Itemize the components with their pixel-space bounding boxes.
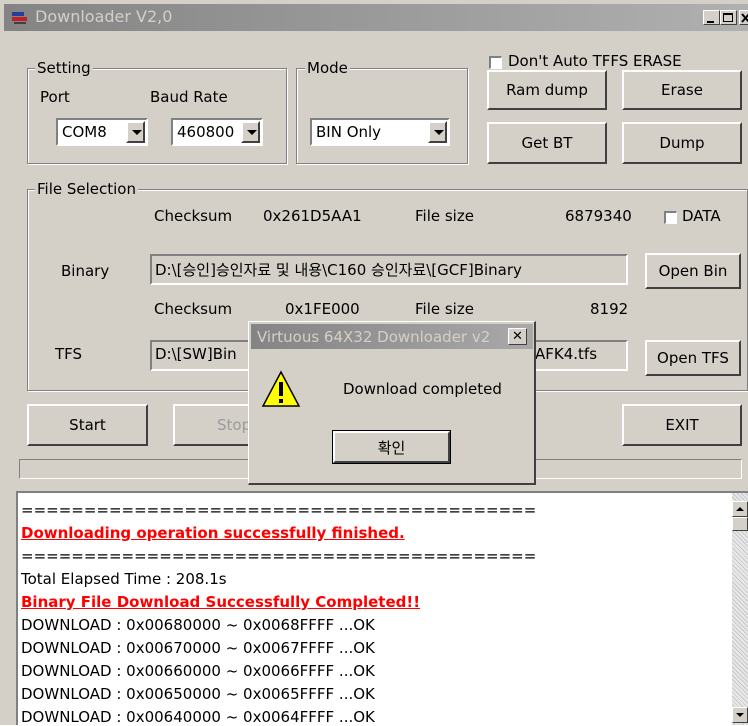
log-line: DOWNLOAD : 0x00660000 ~ 0x0066FFFF ...OK bbox=[21, 662, 375, 680]
scroll-thumb[interactable] bbox=[732, 517, 748, 531]
binary-file-size-label: File size bbox=[415, 207, 474, 225]
download-complete-dialog: Virtuous 64X32 Downloader v2 ✕ Download … bbox=[248, 321, 536, 485]
warning-icon bbox=[261, 370, 301, 407]
start-button[interactable]: Start bbox=[27, 404, 148, 446]
app-icon bbox=[12, 12, 27, 24]
binary-path-field[interactable]: D:\[승인]승인자료 및 내용\C160 승인자료\[GCF]Binary bbox=[150, 254, 628, 285]
erase-button[interactable]: Erase bbox=[622, 70, 742, 110]
binary-file-size-value: 6879340 bbox=[565, 207, 632, 225]
mode-select-value: BIN Only bbox=[316, 123, 382, 141]
port-label: Port bbox=[40, 88, 70, 106]
close-button[interactable] bbox=[739, 10, 748, 25]
get-bt-button[interactable]: Get BT bbox=[487, 122, 607, 164]
tfs-label: TFS bbox=[55, 345, 83, 363]
baud-rate-label: Baud Rate bbox=[150, 88, 228, 106]
exit-button[interactable]: EXIT bbox=[622, 404, 742, 446]
data-checkbox-label: DATA bbox=[682, 207, 721, 225]
chevron-down-icon[interactable] bbox=[241, 121, 260, 143]
log-output[interactable]: ========================================… bbox=[16, 491, 748, 726]
tfs-path-end: AFK4.tfs bbox=[535, 345, 598, 363]
setting-group bbox=[27, 68, 287, 164]
log-line: ========================================… bbox=[21, 547, 537, 565]
dialog-title: Virtuous 64X32 Downloader v2 bbox=[257, 328, 491, 346]
dialog-title-bar: Virtuous 64X32 Downloader v2 ✕ bbox=[251, 324, 533, 349]
tfs-checksum-label: Checksum bbox=[154, 300, 233, 318]
dont-auto-tffs-erase-checkbox[interactable] bbox=[489, 56, 502, 69]
minimize-icon bbox=[707, 21, 714, 23]
window-title: Downloader V2,0 bbox=[35, 7, 173, 26]
binary-label: Binary bbox=[61, 262, 110, 280]
scroll-up-button[interactable] bbox=[732, 501, 748, 517]
tfs-file-size-label: File size bbox=[415, 300, 474, 318]
log-line: DOWNLOAD : 0x00680000 ~ 0x0068FFFF ...OK bbox=[21, 616, 375, 634]
port-select[interactable]: COM8 bbox=[56, 118, 148, 146]
tfs-path-start: D:\[SW]Bin bbox=[155, 345, 237, 363]
log-line: ========================================… bbox=[21, 501, 537, 519]
mode-group bbox=[296, 68, 468, 164]
scroll-down-button[interactable] bbox=[732, 707, 748, 723]
dont-auto-tffs-erase-label: Don't Auto TFFS ERASE bbox=[508, 52, 682, 70]
setting-group-label: Setting bbox=[35, 59, 93, 77]
ram-dump-button[interactable]: Ram dump bbox=[487, 70, 607, 110]
log-line: DOWNLOAD : 0x00670000 ~ 0x0067FFFF ...OK bbox=[21, 639, 375, 657]
title-bar: Downloader V2,0 bbox=[4, 4, 748, 31]
log-line: Binary File Download Successfully Comple… bbox=[21, 593, 421, 611]
open-bin-button[interactable]: Open Bin bbox=[645, 253, 741, 289]
log-line: Total Elapsed Time : 208.1s bbox=[21, 570, 227, 588]
maximize-button[interactable] bbox=[720, 10, 737, 25]
minimize-button[interactable] bbox=[703, 10, 720, 25]
log-line: DOWNLOAD : 0x00650000 ~ 0x0065FFFF ...OK bbox=[21, 685, 375, 703]
open-tfs-button[interactable]: Open TFS bbox=[645, 340, 741, 376]
chevron-down-icon[interactable] bbox=[428, 121, 447, 143]
ok-button[interactable]: 확인 bbox=[332, 430, 451, 464]
chevron-down-icon[interactable] bbox=[126, 121, 145, 143]
baud-rate-select-value: 460800 bbox=[177, 123, 235, 141]
mode-select[interactable]: BIN Only bbox=[310, 118, 450, 146]
log-scrollbar[interactable] bbox=[732, 493, 748, 725]
maximize-icon bbox=[723, 13, 733, 22]
baud-rate-select[interactable]: 460800 bbox=[171, 118, 263, 146]
dialog-close-button[interactable]: ✕ bbox=[508, 328, 527, 345]
data-checkbox[interactable] bbox=[664, 211, 677, 224]
log-line: DOWNLOAD : 0x00640000 ~ 0x0064FFFF ...OK bbox=[21, 708, 375, 726]
port-select-value: COM8 bbox=[62, 123, 107, 141]
mode-group-label: Mode bbox=[305, 59, 350, 77]
tfs-checksum-value: 0x1FE000 bbox=[285, 300, 360, 318]
downloader-window: Downloader V2,0 Setting Port Baud Rate C… bbox=[0, 0, 748, 726]
log-line: Downloading operation successfully finis… bbox=[21, 524, 405, 542]
binary-path-value: D:\[승인]승인자료 및 내용\C160 승인자료\[GCF]Binary bbox=[155, 261, 522, 279]
tfs-file-size-value: 8192 bbox=[590, 300, 629, 318]
dialog-message: Download completed bbox=[343, 380, 502, 398]
file-selection-group-label: File Selection bbox=[35, 180, 138, 198]
binary-checksum-value: 0x261D5AA1 bbox=[263, 207, 362, 225]
close-icon bbox=[741, 13, 748, 23]
close-icon: ✕ bbox=[512, 329, 523, 344]
dump-button[interactable]: Dump bbox=[622, 122, 742, 164]
binary-checksum-label: Checksum bbox=[154, 207, 233, 225]
